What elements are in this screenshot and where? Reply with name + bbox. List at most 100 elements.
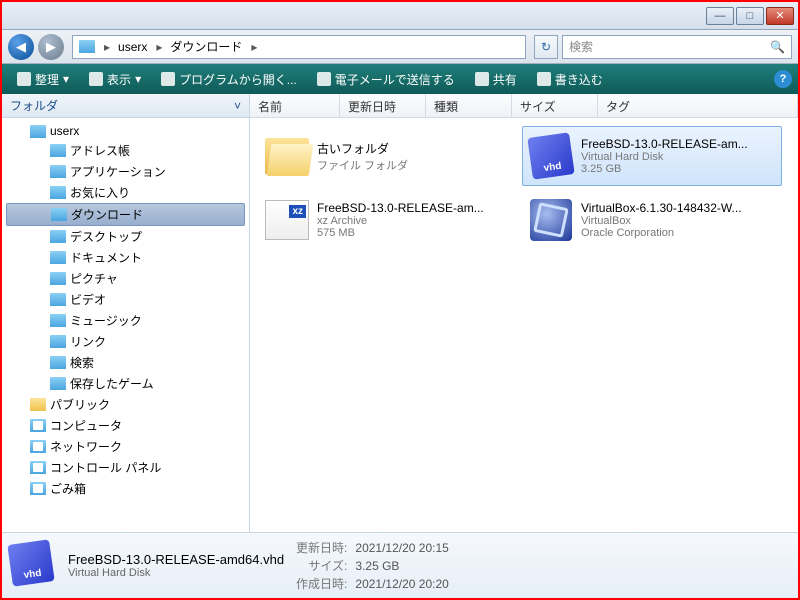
minimize-button[interactable]: —: [706, 7, 734, 25]
tree-item[interactable]: ピクチャ: [2, 268, 249, 289]
tree-item[interactable]: パブリック: [2, 394, 249, 415]
burn-button[interactable]: 書き込む: [528, 67, 612, 92]
sidebar-header[interactable]: フォルダ˅: [2, 94, 249, 118]
column-date[interactable]: 更新日時: [340, 94, 426, 117]
tree-item[interactable]: デスクトップ: [2, 226, 249, 247]
maximize-button[interactable]: □: [736, 7, 764, 25]
share-button[interactable]: 共有: [466, 67, 526, 92]
tree-label: パブリック: [50, 396, 110, 413]
vhd-icon: vhd: [7, 539, 54, 586]
chevron-right-icon: ▸: [249, 40, 259, 54]
folder-icon: [50, 314, 66, 327]
tree-label: ダウンロード: [71, 206, 143, 223]
folder-icon: [265, 138, 309, 174]
forward-button[interactable]: ▶: [38, 34, 64, 60]
breadcrumb[interactable]: userx: [112, 36, 154, 58]
folder-icon: [50, 251, 66, 264]
tree-label: userx: [50, 124, 79, 138]
archive-icon: [265, 200, 309, 240]
tree-item[interactable]: ドキュメント: [2, 247, 249, 268]
column-tag[interactable]: タグ: [598, 94, 798, 117]
refresh-button[interactable]: ↻: [534, 35, 558, 59]
breadcrumb[interactable]: ダウンロード: [164, 36, 249, 58]
organize-button[interactable]: 整理▾: [8, 67, 78, 92]
view-button[interactable]: 表示▾: [80, 67, 150, 92]
tree-item[interactable]: リンク: [2, 331, 249, 352]
chevron-down-icon: ▾: [63, 72, 69, 86]
search-input[interactable]: 検索🔍: [562, 35, 792, 59]
tree-item[interactable]: ごみ箱: [2, 478, 249, 499]
tree-item[interactable]: アドレス帳: [2, 140, 249, 161]
tree-label: ごみ箱: [50, 480, 86, 497]
tree-item[interactable]: ビデオ: [2, 289, 249, 310]
tree-label: ビデオ: [70, 291, 106, 308]
file-tile[interactable]: FreeBSD-13.0-RELEASE-am...xz Archive575 …: [258, 190, 518, 250]
folder-icon: [50, 377, 66, 390]
address-bar[interactable]: ▸userx▸ダウンロード▸: [72, 35, 526, 59]
details-filetype: Virtual Hard Disk: [68, 567, 284, 579]
folder-icon: [50, 335, 66, 348]
tree-item[interactable]: アプリケーション: [2, 161, 249, 182]
file-size: Oracle Corporation: [581, 227, 777, 239]
file-tile[interactable]: 古いフォルダファイル フォルダ: [258, 126, 518, 186]
chevron-down-icon: ▾: [135, 72, 141, 86]
file-name: FreeBSD-13.0-RELEASE-am...: [581, 137, 777, 151]
tree-label: アドレス帳: [70, 142, 130, 159]
folder-icon: [30, 482, 46, 495]
file-type: Virtual Hard Disk: [581, 151, 777, 163]
folder-icon: [50, 186, 66, 199]
folder-icon: [79, 40, 95, 53]
tree-label: ドキュメント: [70, 249, 142, 266]
tree-item[interactable]: 保存したゲーム: [2, 373, 249, 394]
tree-item[interactable]: コンピュータ: [2, 415, 249, 436]
folder-icon: [30, 419, 46, 432]
file-tile[interactable]: vhd FreeBSD-13.0-RELEASE-am...Virtual Har…: [522, 126, 782, 186]
command-bar: 整理▾表示▾プログラムから開く...電子メールで送信する共有書き込む?: [2, 64, 798, 94]
tree-label: デスクトップ: [70, 228, 142, 245]
share-icon: [475, 72, 489, 86]
file-tile[interactable]: VirtualBox-6.1.30-148432-W...VirtualBoxO…: [522, 190, 782, 250]
tree-item[interactable]: お気に入り: [2, 182, 249, 203]
file-type: VirtualBox: [581, 215, 777, 227]
details-meta: 更新日時:2021/12/20 20:15サイズ:3.25 GB作成日時:202…: [294, 538, 451, 594]
column-size[interactable]: サイズ: [512, 94, 598, 117]
back-button[interactable]: ◀: [8, 34, 34, 60]
tree-label: アプリケーション: [70, 163, 166, 180]
chevron-right-icon: ▸: [154, 40, 164, 54]
nav-bar: ◀▶▸userx▸ダウンロード▸↻検索🔍: [2, 30, 798, 64]
file-type: xz Archive: [317, 215, 513, 227]
sidebar: フォルダ˅ userx アドレス帳アプリケーションお気に入りダウンロードデスクトップ…: [2, 94, 250, 532]
file-name: 古いフォルダ: [317, 140, 513, 157]
close-button[interactable]: ✕: [766, 7, 794, 25]
folder-icon: [50, 165, 66, 178]
tree-label: お気に入り: [70, 184, 130, 201]
tree-item[interactable]: 検索: [2, 352, 249, 373]
folder-icon: [30, 125, 46, 138]
virtualbox-icon: [530, 199, 572, 241]
email-icon: [317, 72, 331, 86]
tree-item[interactable]: ネットワーク: [2, 436, 249, 457]
tree-item[interactable]: ミュージック: [2, 310, 249, 331]
folder-icon: [51, 208, 67, 221]
details-filename: FreeBSD-13.0-RELEASE-amd64.vhd: [68, 552, 284, 567]
tree-item[interactable]: ダウンロード: [6, 203, 245, 226]
open-icon: [161, 72, 175, 86]
email-button[interactable]: 電子メールで送信する: [308, 67, 464, 92]
title-bar: —□✕: [2, 2, 798, 30]
file-size: 3.25 GB: [581, 163, 777, 175]
vhd-icon: vhd: [527, 132, 574, 179]
search-icon: 🔍: [770, 40, 785, 54]
chevron-right-icon: ▸: [102, 40, 112, 54]
help-button[interactable]: ?: [774, 70, 792, 88]
column-name[interactable]: 名前: [250, 94, 340, 117]
column-type[interactable]: 種類: [426, 94, 512, 117]
column-header-row: 名前更新日時種類サイズタグ: [250, 94, 798, 118]
tree-label: 検索: [70, 354, 94, 371]
tree-item[interactable]: コントロール パネル: [2, 457, 249, 478]
folder-icon: [30, 398, 46, 411]
folder-icon: [30, 461, 46, 474]
folder-icon: [50, 293, 66, 306]
open-with-button[interactable]: プログラムから開く...: [152, 67, 306, 92]
burn-icon: [537, 72, 551, 86]
tree-item[interactable]: userx: [2, 122, 249, 140]
